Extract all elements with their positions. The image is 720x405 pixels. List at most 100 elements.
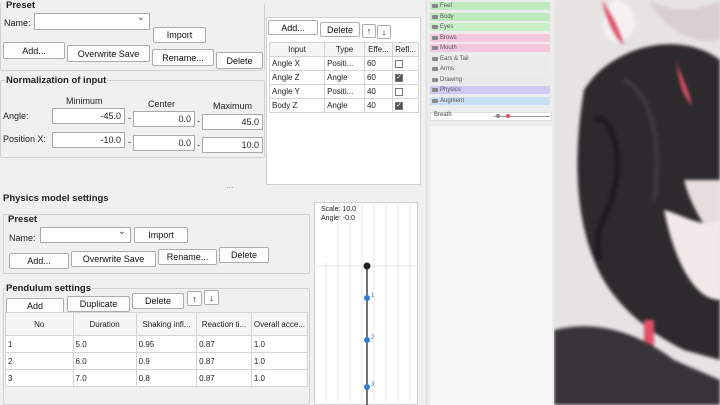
position-x-label: Position X: [3, 134, 47, 144]
no-cell[interactable]: 3 [5, 369, 74, 387]
table-row[interactable]: 2 6.0 0.9 0.87 1.0 [5, 352, 309, 370]
input-delete-button[interactable]: Delete [320, 22, 360, 37]
shaking-cell[interactable]: 0.8 [135, 369, 198, 387]
pendulum-table: No Duration Shaking infl... Reaction ti.… [5, 312, 309, 387]
input-move-up-button[interactable]: ↑ [362, 24, 376, 38]
preset-rename-button[interactable]: Rename... [152, 49, 214, 66]
preview-scale: Scale: 10.0 [321, 206, 357, 213]
physics-name-select[interactable] [40, 226, 131, 243]
col-no: No [5, 312, 74, 336]
col-center: Center [148, 99, 176, 109]
layer-item[interactable]: Ears & Tail [430, 54, 550, 63]
input-move-down-button[interactable]: ↓ [377, 25, 391, 39]
physics-overwrite-button[interactable]: Overwrite Save [71, 251, 156, 267]
physics-name-label: Name: [9, 233, 36, 243]
reflect-checkbox[interactable] [395, 59, 404, 68]
type-cell[interactable]: Angle [324, 98, 365, 113]
table-row[interactable]: 1 5.0 0.95 0.87 1.0 [5, 335, 309, 353]
duration-cell[interactable]: 7.0 [72, 369, 137, 387]
type-cell[interactable]: Angle [324, 70, 365, 85]
normalization-title: Normalization of input [5, 75, 108, 86]
reaction-cell[interactable]: 0.87 [196, 352, 252, 370]
layer-panel-lower [430, 126, 552, 405]
layer-item[interactable]: Mouth [430, 44, 550, 52]
preset-overwrite-button[interactable]: Overwrite Save [67, 45, 150, 62]
overall-cell[interactable]: 1.0 [250, 352, 309, 370]
shaking-cell[interactable]: 0.9 [135, 352, 198, 370]
type-cell[interactable]: Positi... [324, 84, 365, 99]
layer-item[interactable]: Feet [430, 2, 550, 10]
table-row[interactable]: Angle Z Angle 60 [268, 70, 419, 85]
physics-add-button[interactable]: Add... [9, 253, 69, 269]
effect-cell[interactable]: 60 [363, 70, 394, 85]
layer-item[interactable]: Drawing [430, 75, 550, 84]
pendulum-node [364, 337, 370, 343]
type-cell[interactable]: Positi... [324, 56, 365, 71]
input-cell[interactable]: Angle Y [268, 84, 326, 99]
pendulum-title: Pendulum settings [5, 283, 92, 294]
effect-cell[interactable]: 40 [363, 98, 394, 113]
physics-delete-button[interactable]: Delete [219, 247, 269, 263]
angle-max-field[interactable]: 45.0 [202, 114, 263, 130]
breath-slider-knob[interactable] [496, 114, 500, 118]
input-cell[interactable]: Angle Z [268, 70, 326, 85]
input-add-button[interactable]: Add... [268, 20, 318, 35]
reflect-checkbox[interactable] [395, 73, 404, 82]
layer-item[interactable]: Augment [430, 96, 550, 105]
layer-item[interactable]: Arms [430, 65, 550, 73]
reaction-cell[interactable]: 0.87 [196, 335, 252, 353]
col-reflect: Refl... [392, 42, 419, 57]
breath-slider-track[interactable] [494, 116, 550, 117]
preset-add-button[interactable]: Add... [3, 42, 65, 59]
no-cell[interactable]: 2 [5, 352, 74, 370]
preset-delete-button[interactable]: Delete [216, 52, 263, 69]
angle-center-field[interactable]: 0.0 [133, 111, 195, 127]
physics-rename-button[interactable]: Rename... [158, 249, 217, 265]
input-cell[interactable]: Angle X [268, 56, 326, 71]
layer-item[interactable]: Physics [430, 86, 550, 94]
node-label: 2 [371, 335, 375, 341]
effect-cell[interactable]: 60 [363, 56, 394, 71]
col-type: Type [324, 42, 365, 57]
shaking-cell[interactable]: 0.95 [135, 335, 198, 353]
overall-cell[interactable]: 1.0 [250, 369, 309, 387]
duration-cell[interactable]: 5.0 [72, 335, 137, 353]
reaction-cell[interactable]: 0.87 [196, 369, 252, 387]
overall-cell[interactable]: 1.0 [250, 335, 309, 353]
duration-cell[interactable]: 6.0 [72, 352, 137, 370]
position-x-max-field[interactable]: 10.0 [202, 137, 263, 153]
col-effect: Effe... [363, 42, 394, 57]
splitter-handle[interactable]: ... [226, 180, 234, 190]
reflect-checkbox[interactable] [395, 87, 404, 96]
input-cell[interactable]: Body Z [268, 98, 326, 113]
anchor-node [363, 262, 371, 270]
pendulum-delete-button[interactable]: Delete [132, 293, 184, 309]
preview-grid [314, 202, 418, 405]
pendulum-duplicate-button[interactable]: Duplicate [67, 296, 130, 312]
layer-item[interactable]: Brows [430, 33, 550, 42]
character-artwork [554, 0, 720, 405]
angle-label: Angle: [3, 111, 29, 121]
layer-item[interactable]: Eyes [430, 23, 550, 31]
effect-cell[interactable]: 40 [363, 84, 394, 99]
table-row[interactable]: Angle Y Positi... 40 [268, 84, 419, 99]
table-row[interactable]: Angle X Positi... 60 [268, 56, 419, 71]
pendulum-move-up-button[interactable]: ↑ [187, 291, 202, 306]
angle-min-field[interactable]: -45.0 [52, 108, 125, 124]
physics-import-button[interactable]: Import [134, 227, 188, 243]
table-row[interactable]: Body Z Angle 40 [268, 98, 419, 113]
table-row[interactable]: 3 7.0 0.8 0.87 1.0 [5, 369, 309, 387]
preset-import-button[interactable]: Import [153, 27, 206, 43]
col-maximum: Maximum [213, 101, 253, 111]
pendulum-move-down-button[interactable]: ↓ [204, 290, 219, 305]
no-cell[interactable]: 1 [5, 335, 74, 353]
preset-name-select[interactable] [34, 12, 150, 30]
layer-item[interactable]: Body [430, 12, 550, 21]
reflect-checkbox[interactable] [395, 101, 404, 110]
position-x-min-field[interactable]: -10.0 [52, 132, 125, 148]
sep: - [197, 140, 200, 150]
sep: - [128, 137, 131, 147]
breath-label: Breath [434, 112, 452, 118]
position-x-center-field[interactable]: 0.0 [133, 135, 195, 151]
col-shaking: Shaking infl... [135, 312, 198, 336]
